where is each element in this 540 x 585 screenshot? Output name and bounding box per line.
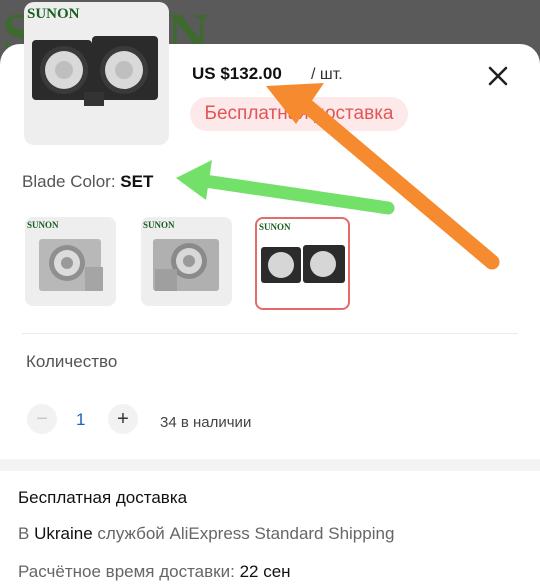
blade-color-label: Blade Color: bbox=[22, 172, 116, 191]
fan-image bbox=[261, 245, 345, 283]
delivery-estimate: Расчётное время доставки: 22 сен bbox=[18, 562, 291, 582]
free-shipping-badge: Бесплатная доставка bbox=[190, 97, 408, 131]
variant-brand-label: SUNON bbox=[27, 220, 59, 230]
section-divider bbox=[22, 333, 518, 334]
blade-color-row: Blade Color: SET bbox=[22, 172, 153, 192]
product-main-thumbnail[interactable]: SUNON bbox=[24, 2, 169, 145]
quantity-decrease-button[interactable]: − bbox=[27, 404, 57, 434]
fan-image bbox=[39, 239, 103, 291]
fan-image bbox=[32, 36, 158, 106]
thumbnail-brand-label: SUNON bbox=[27, 6, 80, 22]
close-icon[interactable] bbox=[484, 62, 512, 90]
stock-count: 34 в наличии bbox=[160, 414, 252, 431]
variant-option-3-selected[interactable]: SUNON bbox=[255, 217, 350, 310]
shipping-prefix: В bbox=[18, 524, 30, 543]
variant-option-1[interactable]: SUNON bbox=[25, 217, 116, 306]
variant-brand-label: SUNON bbox=[259, 222, 291, 232]
quantity-value[interactable]: 1 bbox=[76, 410, 85, 430]
section-separator-band bbox=[0, 459, 540, 471]
blade-color-value: SET bbox=[120, 172, 154, 191]
quantity-label: Количество bbox=[26, 352, 118, 371]
quantity-increase-button[interactable]: + bbox=[108, 404, 138, 434]
product-price: US $132.00 bbox=[192, 64, 282, 83]
shipping-title: Бесплатная доставка bbox=[18, 488, 188, 507]
price-unit: / шт. bbox=[311, 66, 343, 83]
shipping-service: службой AliExpress Standard Shipping bbox=[97, 524, 395, 543]
shipping-country: Ukraine bbox=[34, 524, 93, 543]
eta-label: Расчётное время доставки: bbox=[18, 562, 235, 581]
variant-option-2[interactable]: SUNON bbox=[141, 217, 232, 306]
fan-image bbox=[153, 239, 219, 291]
eta-value: 22 сен bbox=[239, 562, 291, 581]
variant-brand-label: SUNON bbox=[143, 220, 175, 230]
shipping-method-line[interactable]: В Ukraine службой AliExpress Standard Sh… bbox=[18, 524, 394, 544]
